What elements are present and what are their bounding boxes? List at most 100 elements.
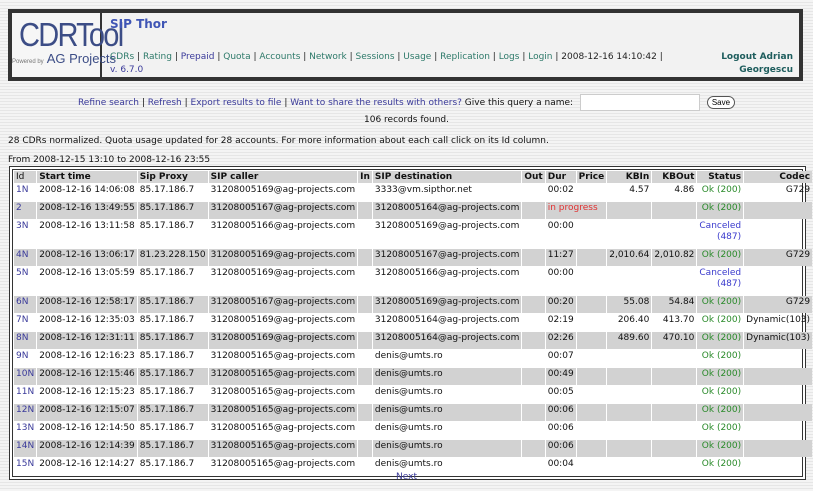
cell-dur: 00:00 (547, 268, 574, 278)
logout-link[interactable]: Logout Adrian Georgescu (721, 52, 793, 75)
nav-accounts[interactable]: Accounts (259, 52, 300, 62)
table-row: 2 2008-12-16 13:49:55 85.17.186.7 312080051… (14, 202, 813, 219)
cell-kbout (652, 404, 697, 421)
cell-start: 2008-12-16 12:35:03 (39, 315, 135, 325)
call-id-link[interactable]: 15N (16, 459, 34, 469)
nav-network[interactable]: Network (309, 52, 347, 62)
cell-id: 11N (14, 386, 36, 403)
nav-usage[interactable]: Usage (403, 52, 431, 62)
cell-dest: denis@umts.ro (374, 351, 443, 361)
cell-dest: 31208005164@ag-projects.com (372, 332, 522, 349)
cell-kbin (607, 202, 652, 219)
cell-in (358, 368, 372, 385)
call-id-link[interactable]: 4N (16, 250, 28, 260)
cell-caller: 31208005165@ag-projects.com (210, 351, 356, 361)
call-id-link[interactable]: 13N (16, 423, 34, 433)
next-page-link[interactable]: Next (396, 472, 417, 482)
cell-price (577, 314, 607, 331)
cell-in (358, 350, 372, 367)
query-name-input[interactable] (579, 94, 700, 111)
column-header-start-time: Start time (37, 171, 137, 183)
cell-dur: 00:05 (547, 387, 574, 397)
cell-caller: 31208005167@ag-projects.com (208, 296, 358, 313)
export-link[interactable]: Export results to file (191, 98, 282, 108)
call-id-link[interactable]: 10N (16, 369, 34, 379)
cell-kbout (652, 422, 696, 439)
refresh-link[interactable]: Refresh (148, 98, 182, 108)
save-button[interactable]: Save (706, 96, 736, 109)
call-id-link[interactable]: 3N (16, 221, 28, 231)
cell-kbin (607, 386, 651, 403)
call-id-link[interactable]: 12N (16, 405, 34, 415)
cell-id: 6N (14, 296, 37, 313)
cell-codec (744, 202, 813, 219)
cell-proxy: 85.17.186.7 (139, 387, 195, 397)
nav-cdrs[interactable]: CDRs (110, 52, 134, 62)
call-id-link[interactable]: 14N (16, 441, 34, 451)
column-header-sip-caller: SIP caller (208, 171, 358, 183)
nav-rating[interactable]: Rating (143, 52, 172, 62)
call-id-link[interactable]: 9N (16, 351, 28, 361)
nav-logs[interactable]: Logs (499, 52, 520, 62)
cell-out (522, 220, 544, 248)
cell-proxy: 81.23.228.150 (137, 249, 208, 266)
call-id-link[interactable]: 1N (16, 185, 28, 195)
cell-price (576, 249, 607, 266)
cell-in (358, 249, 372, 266)
cell-dur: 02:19 (547, 315, 574, 325)
share-link[interactable]: Want to share the results with others? (290, 98, 462, 108)
call-id-link[interactable]: 5N (16, 268, 28, 278)
cell-in (358, 314, 372, 331)
call-id-link[interactable]: 7N (16, 315, 28, 325)
cell-proxy: 85.17.186.7 (139, 221, 195, 231)
cell-status: Ok (200) (701, 387, 742, 397)
cell-id: 12N (14, 404, 37, 421)
header: CDRTool Powered by AG Projects SIP Thor C… (8, 9, 803, 81)
cell-dur: 00:06 (545, 404, 576, 421)
cdr-table: Id Start time Sip Proxy SIP caller In SIP des… (13, 170, 813, 476)
column-header-status: Status (697, 171, 744, 183)
call-id-link[interactable]: 6N (16, 297, 28, 307)
cell-dest: 3333@vm.sipthor.net (374, 185, 472, 195)
nav-sessions[interactable]: Sessions (356, 52, 395, 62)
page-title: SIP Thor (110, 17, 167, 31)
cell-in (358, 440, 372, 457)
nav-replication[interactable]: Replication (440, 52, 490, 62)
cell-codec (744, 220, 812, 248)
cell-start: 2008-12-16 12:15:46 (37, 368, 137, 385)
cell-status: Ok (200) (701, 423, 742, 433)
cell-price (577, 386, 607, 403)
cell-proxy: 85.17.186.7 (137, 296, 208, 313)
cell-kbin: 206.40 (617, 315, 650, 325)
column-header-codec: Codec (744, 171, 813, 183)
nav-prepaid[interactable]: Prepaid (181, 52, 215, 62)
cell-id: 7N (14, 314, 36, 331)
nav-login[interactable]: Login (528, 52, 552, 62)
cell-start: 2008-12-16 12:15:23 (39, 387, 135, 397)
cell-kbout (652, 440, 697, 457)
cell-kbout: 2,010.82 (652, 249, 697, 266)
cell-out (522, 404, 545, 421)
table-row: 8N 2008-12-16 12:31:11 85.17.186.7 31208005… (14, 332, 813, 349)
cell-dest: 31208005167@ag-projects.com (372, 249, 522, 266)
cell-start: 2008-12-16 13:11:58 (39, 221, 135, 231)
cell-price (576, 404, 607, 421)
version-link[interactable]: v. 6.7.0 (110, 65, 143, 75)
cell-caller: 31208005165@ag-projects.com (208, 404, 358, 421)
table-row: 12N 2008-12-16 12:15:07 85.17.186.7 3120800… (14, 404, 813, 421)
call-id-link[interactable]: 8N (16, 333, 28, 343)
cell-dest: 31208005164@ag-projects.com (374, 315, 520, 325)
cell-status: Ok (200) (697, 296, 744, 313)
call-id-link[interactable]: 2 (16, 203, 22, 213)
cell-status: Ok (200) (701, 185, 742, 195)
cell-caller: 31208005165@ag-projects.com (210, 423, 356, 433)
refine-search-link[interactable]: Refine search (78, 98, 139, 108)
cell-id: 10N (14, 368, 37, 385)
nav-quota[interactable]: Quota (223, 52, 250, 62)
cell-proxy: 85.17.186.7 (137, 332, 208, 349)
cell-dur: 11:27 (545, 249, 576, 266)
cell-codec (744, 440, 813, 457)
call-id-link[interactable]: 11N (16, 387, 34, 397)
column-header-kbin: KBIn (607, 171, 652, 183)
cell-kbin: 55.08 (607, 296, 652, 313)
